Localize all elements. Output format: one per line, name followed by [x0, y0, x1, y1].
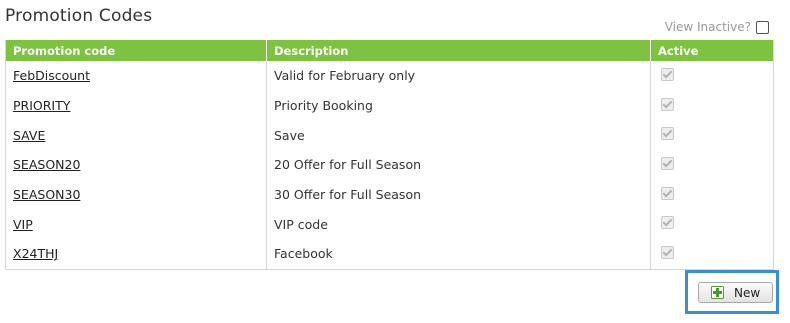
- description-cell: Save: [266, 120, 651, 151]
- active-cell: [650, 239, 774, 270]
- code-cell: SEASON30: [5, 179, 267, 210]
- table-row: X24THJ Facebook: [5, 239, 774, 270]
- active-cell: [651, 61, 774, 91]
- description-cell: Priority Booking: [266, 90, 651, 121]
- promotion-code-link[interactable]: PRIORITY: [13, 98, 70, 113]
- active-cell: [651, 120, 774, 150]
- description-cell: Facebook: [266, 239, 651, 270]
- promotion-code-link[interactable]: VIP: [13, 217, 33, 232]
- code-cell: PRIORITY: [5, 90, 267, 121]
- promotion-code-link[interactable]: SEASON20: [13, 157, 80, 172]
- table-row: PRIORITY Priority Booking: [5, 90, 774, 121]
- description-cell: Valid for February only: [266, 61, 651, 91]
- table-row: VIP VIP code: [5, 209, 774, 240]
- active-checkbox: [661, 127, 674, 141]
- column-header-description[interactable]: Description: [266, 40, 651, 61]
- code-cell: SAVE: [5, 120, 267, 151]
- promotion-code-link[interactable]: X24THJ: [13, 246, 58, 261]
- view-inactive-filter: View Inactive?: [665, 20, 769, 34]
- table-row: SEASON30 30 Offer for Full Season: [5, 179, 774, 210]
- table-row: SAVE Save: [5, 120, 774, 151]
- promotion-code-link[interactable]: SAVE: [13, 128, 45, 143]
- active-cell: [651, 180, 774, 210]
- view-inactive-checkbox[interactable]: [756, 20, 769, 34]
- active-checkbox: [661, 216, 674, 230]
- code-cell: VIP: [5, 209, 267, 240]
- active-cell: [651, 91, 774, 121]
- active-checkbox: [661, 67, 674, 81]
- active-checkbox: [661, 156, 674, 170]
- active-checkbox: [661, 97, 674, 111]
- view-inactive-label: View Inactive?: [664, 20, 751, 34]
- column-header-code[interactable]: Promotion code: [5, 40, 267, 61]
- code-cell: SEASON20: [5, 150, 267, 180]
- active-checkbox: [661, 245, 674, 259]
- active-cell: [651, 150, 774, 180]
- new-button[interactable]: New: [698, 282, 773, 303]
- code-cell: FebDiscount: [5, 61, 267, 91]
- active-checkbox: [661, 186, 674, 200]
- page-title: Promotion Codes: [5, 6, 153, 26]
- column-header-active[interactable]: Active: [650, 40, 774, 61]
- add-document-icon: [711, 286, 724, 299]
- table-header-row: Promotion code Description Active: [5, 40, 774, 61]
- new-button-label: New: [734, 285, 761, 300]
- new-button-highlight: New: [685, 270, 779, 314]
- description-cell: VIP code: [266, 209, 651, 240]
- table-row: SEASON20 20 Offer for Full Season: [5, 150, 774, 180]
- description-cell: 20 Offer for Full Season: [266, 150, 651, 180]
- code-cell: X24THJ: [5, 239, 267, 270]
- promotion-code-link[interactable]: FebDiscount: [13, 68, 90, 83]
- promotion-code-link[interactable]: SEASON30: [13, 187, 80, 202]
- promotion-codes-table: Promotion code Description Active FebDis…: [5, 40, 774, 270]
- active-cell: [651, 209, 774, 239]
- description-cell: 30 Offer for Full Season: [266, 179, 651, 210]
- table-row: FebDiscount Valid for February only: [5, 61, 774, 91]
